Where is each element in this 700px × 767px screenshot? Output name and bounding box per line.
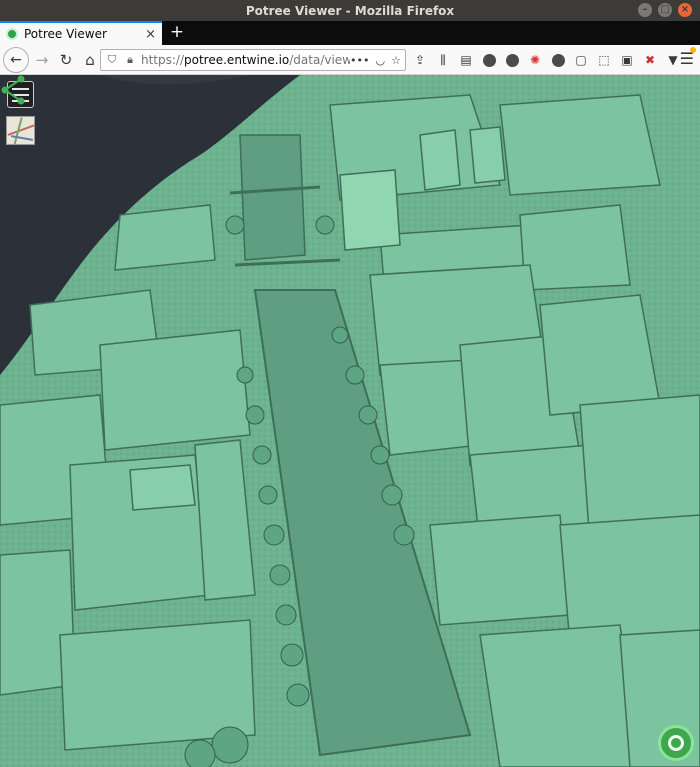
- url-scheme: https://: [141, 53, 185, 67]
- extension-screenshot-icon[interactable]: ▣: [619, 49, 635, 71]
- map-toggle-icon[interactable]: [6, 116, 35, 145]
- window-controls: – □ ×: [638, 3, 692, 17]
- page-actions-button[interactable]: •••: [350, 54, 369, 67]
- window-titlebar: Potree Viewer - Mozilla Firefox – □ ×: [0, 0, 700, 21]
- tab-close-button[interactable]: ×: [145, 27, 156, 42]
- maximize-button[interactable]: □: [658, 3, 672, 17]
- close-window-button[interactable]: ×: [678, 3, 692, 17]
- extension-square-icon[interactable]: ▢: [573, 49, 589, 71]
- minimize-button[interactable]: –: [638, 3, 652, 17]
- potree-favicon-icon: [6, 28, 18, 40]
- url-bar[interactable]: ⛉ 🔒︎ https://potree.entwine.io/data/view…: [100, 49, 406, 71]
- potree-logo-icon[interactable]: [658, 725, 694, 761]
- url-path: /data/view: [289, 53, 351, 67]
- river-upper: [239, 134, 306, 261]
- downloads-icon[interactable]: ⇪: [412, 49, 428, 71]
- library-icon[interactable]: ⫼: [435, 49, 451, 71]
- url-text[interactable]: https://potree.entwine.io/data/view: [141, 53, 350, 67]
- shield-icon[interactable]: ⛉: [105, 53, 119, 67]
- potree-3d-viewport[interactable]: [0, 75, 700, 767]
- url-actions: ••• ◡ ☆: [350, 54, 405, 67]
- hamburger-menu-button[interactable]: ☰: [680, 47, 696, 68]
- back-button[interactable]: ←: [3, 46, 29, 73]
- extension-account-icon[interactable]: [550, 49, 566, 71]
- bookmark-star-icon[interactable]: ☆: [391, 54, 401, 67]
- new-tab-button[interactable]: +: [168, 22, 186, 42]
- extension-wappalyzer-icon[interactable]: [504, 49, 520, 71]
- toolbar-icons: ⇪ ⫼ ▤ ✺ ▢ ⬚ ▣ ✖ ▼: [412, 49, 681, 71]
- reload-button[interactable]: ↻: [55, 49, 77, 71]
- share-icon[interactable]: [0, 75, 26, 105]
- point-cloud-render[interactable]: [0, 75, 700, 767]
- extension-cross-icon[interactable]: ✖: [642, 49, 658, 71]
- sidebar-icon[interactable]: ▤: [458, 49, 474, 71]
- extension-dotted-icon[interactable]: ⬚: [596, 49, 612, 71]
- navigation-toolbar: ← → ↻ ⌂ ⛉ 🔒︎ https://potree.entwine.io/d…: [0, 45, 700, 75]
- home-button[interactable]: ⌂: [79, 49, 101, 71]
- tab-title: Potree Viewer: [24, 27, 107, 41]
- pocket-icon[interactable]: ◡: [376, 54, 386, 67]
- tab-potree-viewer[interactable]: Potree Viewer ×: [0, 21, 162, 45]
- update-badge-icon: [690, 47, 696, 53]
- forward-button[interactable]: →: [31, 49, 53, 71]
- extension-globe-icon[interactable]: [481, 49, 497, 71]
- lock-icon[interactable]: 🔒︎: [123, 53, 137, 67]
- url-host: potree.entwine.io: [184, 53, 290, 67]
- extension-v-icon[interactable]: ▼: [665, 49, 681, 71]
- window-title: Potree Viewer - Mozilla Firefox: [245, 3, 455, 18]
- tab-strip: Potree Viewer × +: [0, 21, 700, 45]
- extension-colorful-icon[interactable]: ✺: [527, 49, 543, 71]
